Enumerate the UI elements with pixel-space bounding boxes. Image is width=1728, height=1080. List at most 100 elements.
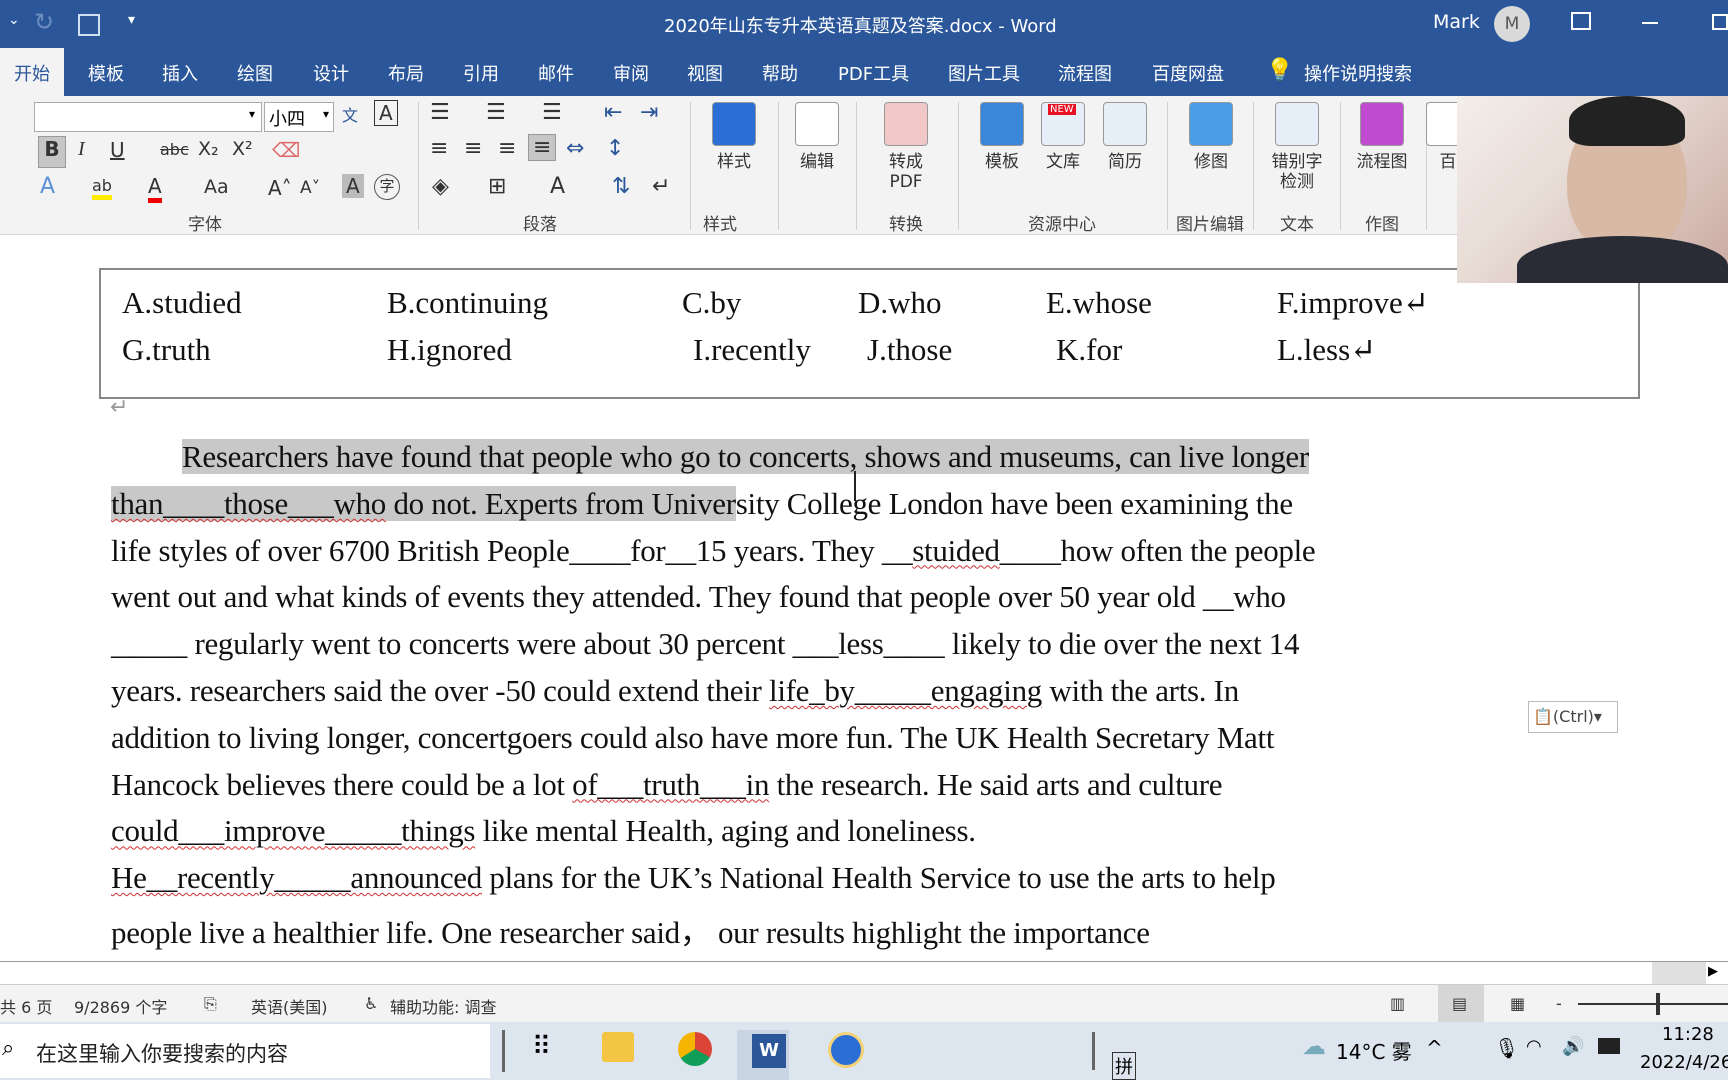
meeting-app-icon[interactable]	[828, 1032, 864, 1068]
shrink-font-icon[interactable]: A˅	[300, 178, 320, 198]
tab-8[interactable]: 审阅	[613, 60, 649, 86]
photo-edit-button[interactable]: 修图	[1180, 102, 1242, 172]
grow-font-icon[interactable]: A˄	[268, 176, 292, 200]
tab-5[interactable]: 布局	[388, 60, 424, 86]
text-line[interactable]: years. researchers said the over -50 cou…	[111, 673, 1239, 709]
show-hidden-icons[interactable]: ^	[1426, 1036, 1443, 1060]
text-line[interactable]: life styles of over 6700 British People_…	[111, 533, 1316, 569]
align-right-icon[interactable]: ≡	[498, 136, 516, 161]
restore-icon[interactable]	[1712, 14, 1728, 30]
borders-icon[interactable]: ⊞	[488, 174, 506, 199]
clock-time[interactable]: 11:28	[1662, 1024, 1714, 1045]
italic-button[interactable]: I	[78, 138, 85, 161]
accessibility-status[interactable]: 辅助功能: 调查	[390, 994, 496, 1018]
user-name[interactable]: Mark	[1433, 11, 1480, 33]
text-line[interactable]: could___improve_____things like mental H…	[111, 813, 976, 849]
bullets-icon[interactable]: ☰	[430, 100, 450, 125]
text-line[interactable]: than____those___who do not. Experts from…	[111, 485, 1293, 522]
weather-icon[interactable]: ☁	[1302, 1032, 1326, 1060]
multilevel-list-icon[interactable]: ☰	[542, 100, 562, 125]
enclose-char-icon[interactable]: 字	[374, 174, 400, 200]
line-spacing-icon[interactable]: ↕	[606, 136, 624, 161]
font-color-button[interactable]: A	[148, 174, 162, 203]
redo-icon[interactable]: ↻	[34, 8, 54, 36]
tab-12[interactable]: 图片工具	[948, 60, 1020, 86]
tab-1[interactable]: 模板	[88, 60, 124, 86]
superscript-button[interactable]: X²	[232, 138, 253, 160]
document-area[interactable]: A.studied B.continuing C.by D.who E.whose F.i…	[0, 235, 1728, 961]
clear-formatting-icon[interactable]: ⌫	[272, 138, 300, 162]
change-case-button[interactable]: Aa	[204, 176, 229, 198]
tab-3[interactable]: 绘图	[237, 60, 273, 86]
network-icon[interactable]: ◠	[1526, 1036, 1542, 1057]
text-line[interactable]: Researchers have found that people who g…	[182, 439, 1309, 475]
tell-me-search[interactable]: 操作说明搜索	[1304, 60, 1412, 86]
text-line[interactable]: people live a healthier life. One resear…	[111, 907, 1150, 952]
underline-button[interactable]: U	[110, 138, 125, 162]
zoom-slider-thumb[interactable]	[1656, 993, 1660, 1015]
increase-indent-icon[interactable]: ⇥	[640, 100, 658, 125]
scrollbar-thumb[interactable]	[1652, 962, 1706, 984]
subscript-button[interactable]: X₂	[198, 138, 219, 160]
char-shading-button[interactable]: A	[342, 174, 364, 198]
text-line[interactable]: _____ regularly went to concerts were ab…	[111, 626, 1299, 662]
customize-qat-icon[interactable]: ▾	[128, 12, 135, 28]
paste-options-button[interactable]: 📋(Ctrl)▾	[1528, 701, 1618, 733]
styles-button[interactable]: 样式	[703, 102, 765, 172]
scroll-right-icon[interactable]: ▶	[1708, 964, 1718, 979]
sort-icon[interactable]: ⇅	[612, 174, 630, 199]
phonetic-guide-icon[interactable]: 文	[342, 102, 358, 126]
web-layout-icon[interactable]: ▦	[1510, 994, 1525, 1013]
convert-pdf-button[interactable]: 转成PDF	[875, 102, 937, 192]
editing-button[interactable]: 编辑	[786, 102, 848, 172]
font-size-select[interactable]: 小四 ▾	[264, 102, 334, 132]
horizontal-scrollbar[interactable]: ▶	[0, 961, 1728, 985]
shading-icon[interactable]: ◈	[432, 174, 449, 199]
tab-10[interactable]: 帮助	[762, 60, 798, 86]
word-count[interactable]: 9/2869 个字	[74, 994, 167, 1018]
zoom-slider[interactable]	[1578, 1003, 1728, 1005]
avatar[interactable]: M	[1494, 6, 1530, 42]
ribbon-display-icon[interactable]	[1571, 12, 1591, 30]
highlight-icon[interactable]: ab	[92, 176, 112, 200]
task-view-icon[interactable]: ⠿	[532, 1032, 551, 1062]
flowchart-button[interactable]: 流程图	[1351, 102, 1413, 172]
file-explorer-icon[interactable]	[602, 1032, 634, 1062]
show-marks-icon[interactable]: ↵	[652, 174, 670, 199]
strikethrough-button[interactable]: abc	[160, 140, 189, 159]
tab-4[interactable]: 设计	[313, 60, 349, 86]
ime-indicator[interactable]: 拼	[1112, 1052, 1136, 1080]
tab-0[interactable]: 开始	[0, 48, 64, 96]
page-count[interactable]: 共 6 页	[0, 994, 52, 1018]
justify-icon[interactable]: ≡	[528, 134, 557, 161]
templates-button[interactable]: 模板	[971, 102, 1033, 172]
weather-text[interactable]: 14°C 雾	[1336, 1036, 1412, 1065]
text-effects-icon[interactable]: A	[40, 174, 55, 199]
volume-icon[interactable]: 🔊	[1562, 1036, 1584, 1057]
numbering-icon[interactable]: ☰	[486, 100, 506, 125]
tab-7[interactable]: 邮件	[538, 60, 574, 86]
zoom-out-icon[interactable]: -	[1556, 994, 1562, 1013]
tab-9[interactable]: 视图	[687, 60, 723, 86]
minimize-icon[interactable]	[1642, 22, 1658, 24]
chrome-icon[interactable]	[678, 1032, 712, 1066]
tab-13[interactable]: 流程图	[1058, 60, 1112, 86]
read-mode-icon[interactable]: ▥	[1390, 994, 1405, 1013]
resume-button[interactable]: 简历	[1094, 102, 1156, 172]
microphone-icon[interactable]: 🎙	[1494, 1036, 1519, 1060]
battery-icon[interactable]	[1598, 1038, 1620, 1054]
layout-icon[interactable]	[78, 14, 100, 36]
char-border-icon[interactable]: A	[374, 100, 398, 126]
spell-check-button[interactable]: 错别字 检测	[1266, 102, 1328, 192]
distributed-icon[interactable]: ⇔	[566, 136, 584, 161]
text-line[interactable]: Hancock believes there could be a lot of…	[111, 767, 1223, 803]
qat-dropdown-icon[interactable]: ⌄	[8, 12, 20, 28]
tab-6[interactable]: 引用	[463, 60, 499, 86]
tab-11[interactable]: PDF工具	[838, 60, 909, 86]
bold-button[interactable]: B	[38, 136, 66, 168]
language[interactable]: 英语(美国)	[251, 994, 328, 1018]
taskbar-search[interactable]: ⌕ 在这里输入你要搜索的内容	[0, 1024, 490, 1078]
align-center-icon[interactable]: ≡	[464, 136, 482, 161]
accessibility-icon[interactable]: ♿	[364, 994, 378, 1013]
tab-2[interactable]: 插入	[162, 60, 198, 86]
